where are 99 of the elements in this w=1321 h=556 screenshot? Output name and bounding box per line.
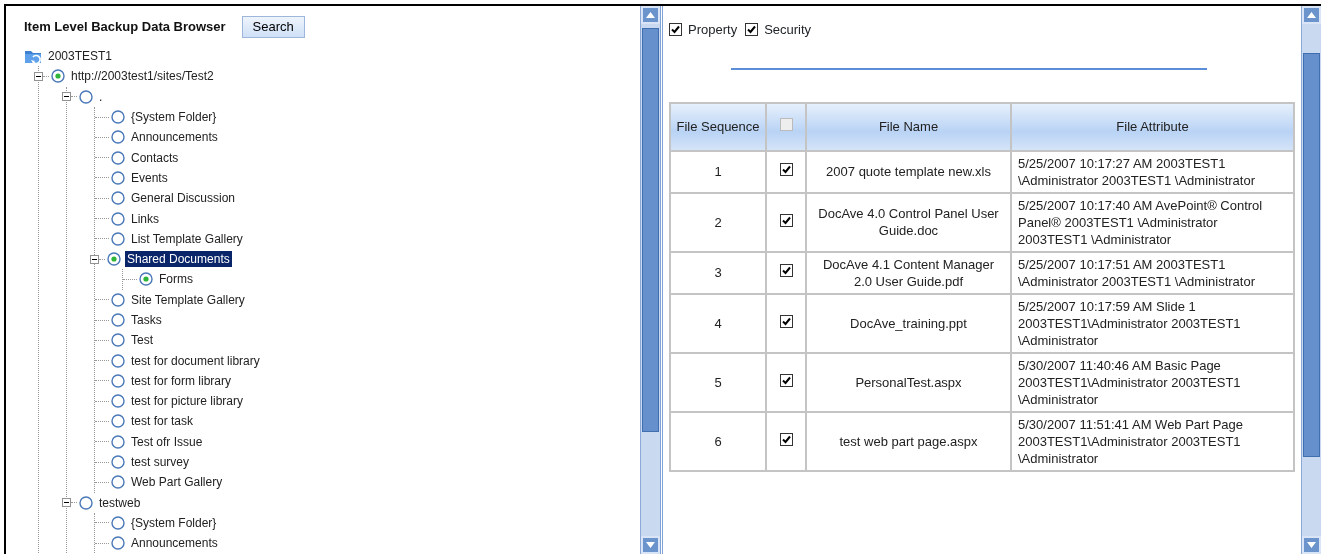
tree-node[interactable]: test survey (129, 454, 192, 471)
radio-button[interactable] (79, 89, 93, 104)
tree-node[interactable]: Contacts (129, 149, 181, 166)
expander-button[interactable] (90, 254, 99, 264)
table-cell: 2 (670, 192, 766, 252)
tree-node[interactable]: General Discussion (129, 190, 238, 207)
tree-node[interactable]: test for document library (129, 352, 262, 369)
tree-node[interactable]: Events (129, 169, 170, 186)
down-arrow-icon (646, 542, 655, 548)
tree-node[interactable]: Test ofr Issue (129, 433, 205, 450)
radio-button[interactable] (111, 231, 125, 246)
column-header: File Sequence (670, 102, 766, 151)
radio-button[interactable] (111, 455, 125, 470)
search-button[interactable]: Search (241, 16, 305, 38)
tree-node[interactable]: http://2003test1/sites/Test2 (69, 68, 216, 85)
radio-button[interactable] (111, 475, 125, 490)
table-cell: 1 (670, 150, 766, 193)
radio-button[interactable] (111, 211, 125, 226)
table-cell: 5/25/2007 10:17:27 AM 2003TEST1 \Administrator 2003TEST1 \Administrator (1011, 150, 1294, 193)
tree-node[interactable]: Test (129, 332, 155, 349)
down-arrow-icon (1307, 542, 1316, 548)
tree-node[interactable]: testweb (97, 494, 143, 511)
checkbox[interactable] (779, 213, 793, 227)
table-cell: 5/25/2007 10:17:51 AM 2003TEST1 \Administrator 2003TEST1 \Administrator (1011, 251, 1294, 294)
table-cell: DocAve_training.ppt (806, 293, 1011, 353)
checkbox[interactable] (669, 23, 682, 37)
table-cell: 5/25/2007 10:17:59 AM Slide 1 2003TEST1\Administrator 2003TEST1 \Administrator (1011, 293, 1294, 353)
radio-button[interactable] (111, 150, 125, 165)
radio-button[interactable] (111, 292, 125, 307)
table-cell: PersonalTest.aspx (806, 352, 1011, 412)
option-label[interactable]: Property (688, 20, 738, 40)
radio-button[interactable] (111, 515, 125, 530)
table-cell: 5/30/2007 11:40:46 AM Basic Page 2003TEST1\Administrator 2003TEST1 \Administrator (1011, 352, 1294, 412)
up-arrow-icon (646, 12, 655, 18)
tree-node[interactable]: Web Part Gallery (129, 474, 225, 491)
checkbox[interactable] (779, 264, 793, 277)
radio-button[interactable] (111, 434, 125, 449)
scrollbar[interactable] (640, 6, 660, 554)
tree-node[interactable]: test for form library (129, 372, 234, 389)
column-header: File Name (806, 102, 1011, 151)
tree-node[interactable]: Site Template Gallery (129, 291, 247, 308)
up-arrow-icon (1307, 12, 1316, 18)
scroll-thumb[interactable] (642, 28, 659, 432)
checkbox[interactable] (779, 163, 793, 176)
expander-button[interactable] (62, 92, 71, 102)
radio-button[interactable] (111, 170, 125, 185)
tree-node[interactable]: test for task (129, 413, 196, 430)
radio-button[interactable] (111, 353, 125, 368)
scrollbar[interactable] (1301, 6, 1321, 554)
expander-button[interactable] (34, 71, 43, 81)
radio-button[interactable] (111, 191, 125, 206)
expander-button[interactable] (62, 498, 71, 508)
scroll-up-button[interactable] (641, 6, 660, 24)
folder-icon (24, 48, 42, 65)
radio-button[interactable] (79, 495, 93, 510)
panel-title: Item Level Backup Data Browser (24, 18, 226, 37)
scroll-thumb[interactable] (1303, 53, 1320, 457)
checkbox[interactable] (779, 373, 793, 387)
scroll-down-button[interactable] (641, 536, 660, 554)
radio-button[interactable] (111, 536, 125, 551)
tree-node[interactable]: Shared Documents (125, 251, 232, 268)
scroll-down-button[interactable] (1302, 536, 1321, 554)
radio-button[interactable] (111, 394, 125, 409)
tree-node[interactable]: Tasks (129, 312, 164, 328)
radio-button[interactable] (111, 313, 125, 327)
radio-button[interactable] (111, 130, 125, 145)
checkbox[interactable] (745, 23, 759, 37)
tree-node[interactable]: . (97, 88, 105, 105)
table-cell: 3 (670, 251, 766, 294)
tree-node[interactable]: Announcements (129, 535, 220, 552)
radio-button[interactable] (107, 252, 121, 267)
radio-button[interactable] (51, 69, 65, 84)
tree-node[interactable]: {System Folder} (129, 109, 219, 126)
table-cell: 5 (670, 352, 766, 412)
column-header: File Attribute (1011, 102, 1294, 151)
radio-button[interactable] (111, 110, 125, 125)
radio-button[interactable] (111, 373, 125, 388)
tree-node[interactable]: {System Folder} (129, 514, 219, 531)
tree-node[interactable]: 2003TEST1 (46, 48, 115, 65)
tree-node[interactable]: Forms (157, 271, 195, 288)
checkbox[interactable] (779, 314, 793, 328)
table-cell: 4 (670, 293, 766, 353)
radio-button[interactable] (139, 272, 153, 287)
table-cell: 5/30/2007 11:51:41 AM Web Part Page 2003TEST1\Administrator 2003TEST1 \Administrator (1011, 411, 1294, 471)
table-cell: test web part page.aspx (806, 411, 1011, 471)
table-cell: DocAve 4.0 Control Panel User Guide.doc (806, 192, 1011, 252)
radio-button[interactable] (111, 414, 125, 429)
checkbox[interactable] (779, 432, 793, 446)
tree-node[interactable]: Announcements (129, 129, 220, 146)
table-cell: 2007 quote template new.xls (806, 150, 1011, 193)
option-label[interactable]: Security (764, 20, 812, 40)
table-cell: 6 (670, 411, 766, 471)
table-cell: DocAve 4.1 Content Manager 2.0 User Guide.pdf (806, 251, 1011, 294)
table-cell: 5/25/2007 10:17:40 AM AvePoint® Control Panel® 2003TEST1 \Administrator 2003TEST1 \Administrator (1011, 192, 1294, 252)
radio-button[interactable] (111, 333, 125, 348)
tree-node[interactable]: Links (129, 210, 161, 227)
tree-node[interactable]: List Template Gallery (129, 230, 245, 247)
tree-node[interactable]: test for picture library (129, 393, 246, 410)
scroll-up-button[interactable] (1302, 6, 1321, 24)
